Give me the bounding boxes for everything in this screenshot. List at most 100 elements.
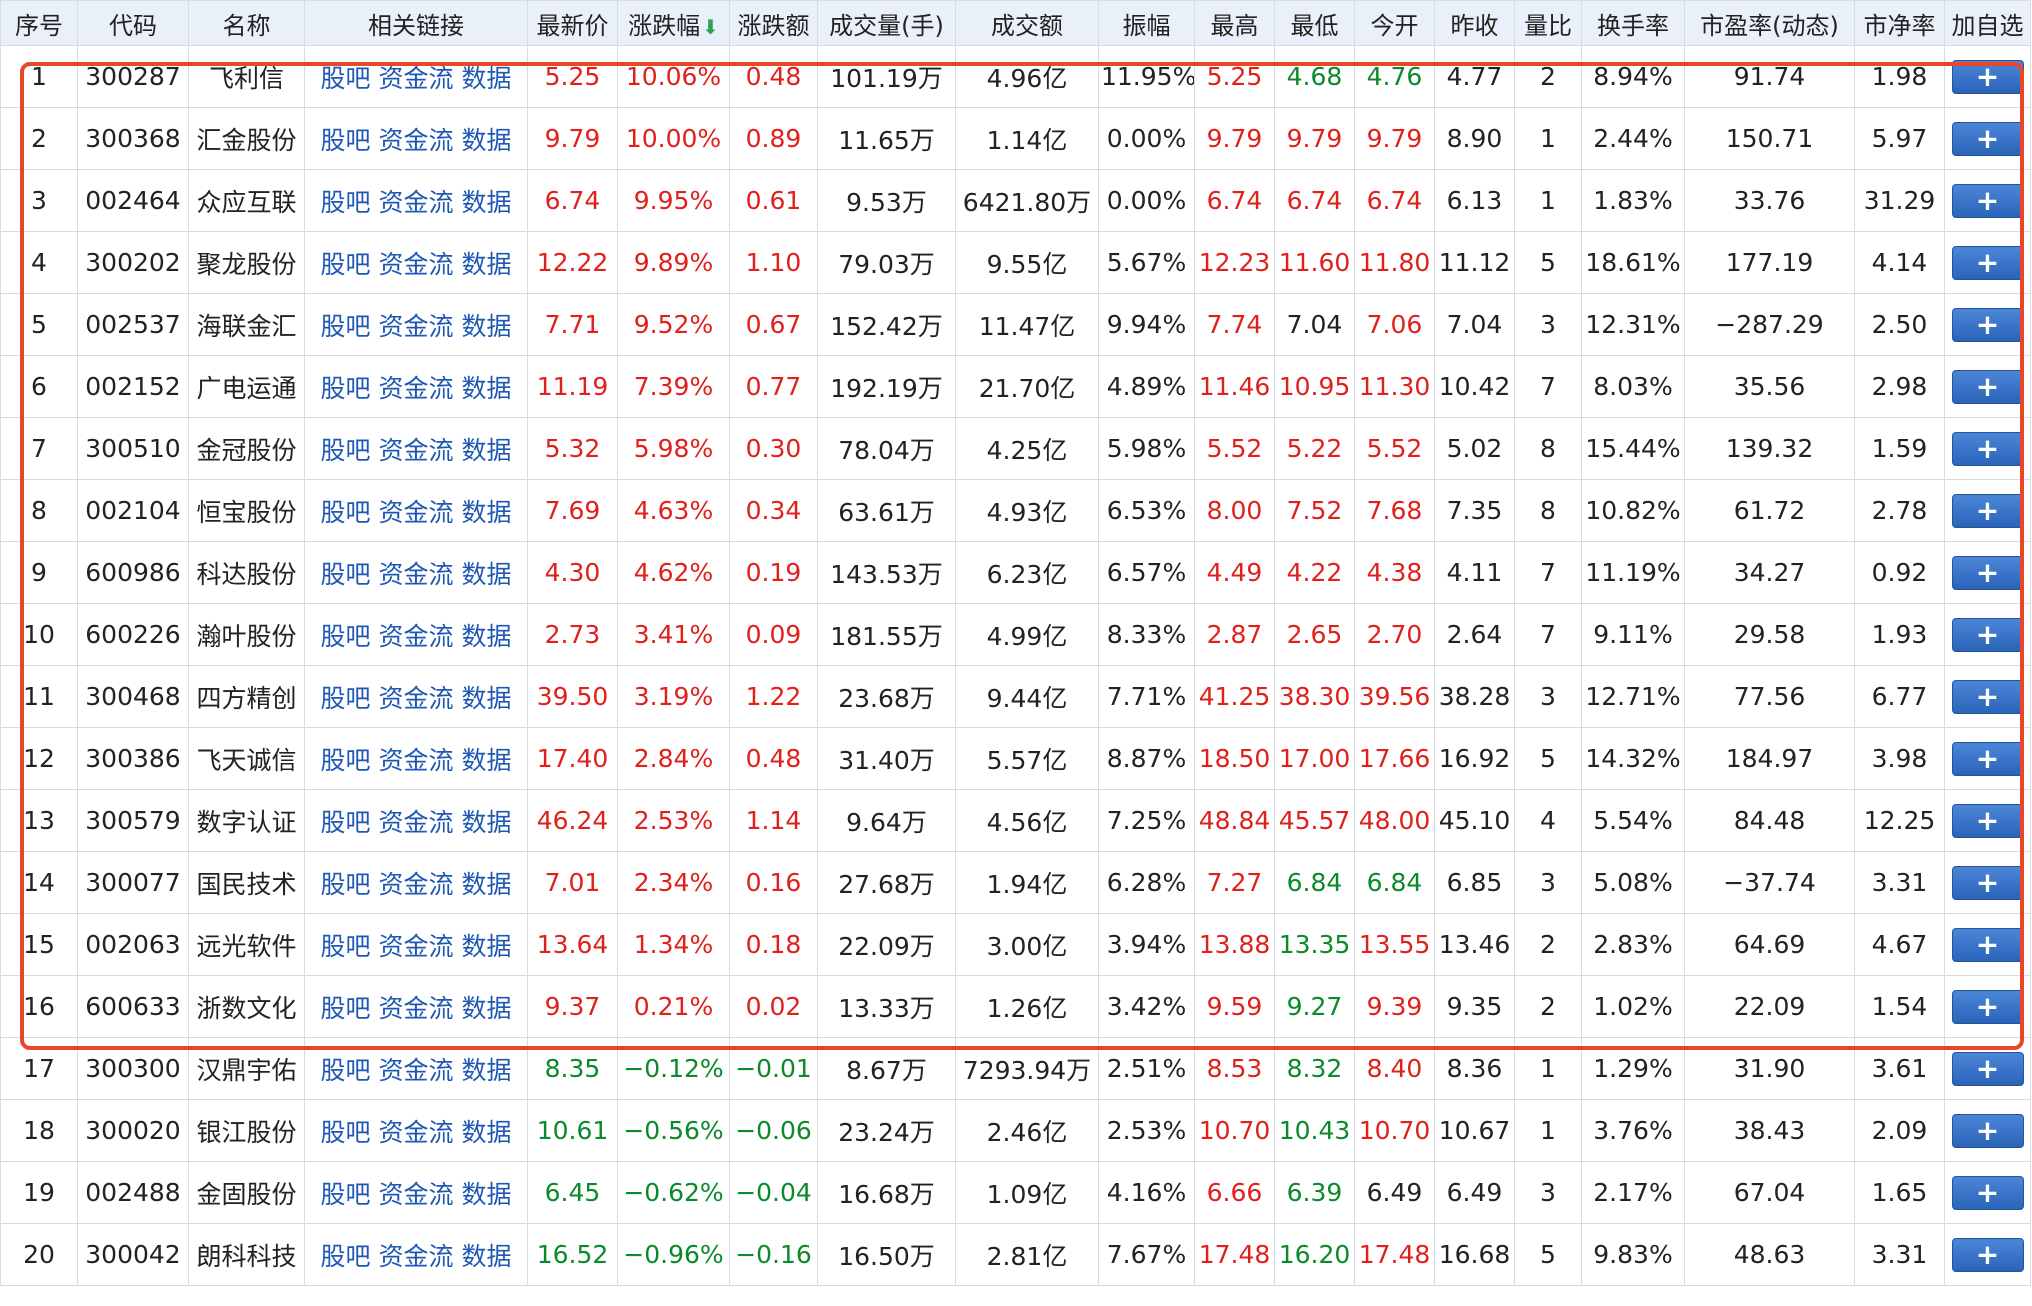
data-link[interactable]: 数据 [462, 436, 512, 465]
data-link[interactable]: 数据 [462, 312, 512, 341]
data-link[interactable]: 数据 [462, 1118, 512, 1147]
fund-flow-link[interactable]: 资金流 [378, 126, 453, 155]
fund-flow-link[interactable]: 资金流 [378, 560, 453, 589]
add-watchlist-button[interactable]: + [1951, 183, 2024, 218]
data-link[interactable]: 数据 [462, 746, 512, 775]
data-link[interactable]: 数据 [462, 126, 512, 155]
header-code[interactable]: 代码 [77, 0, 189, 46]
stock-name-link[interactable]: 汉鼎宇佑 [188, 1037, 305, 1100]
stock-code-link[interactable]: 300077 [77, 851, 189, 914]
data-link[interactable]: 数据 [462, 994, 512, 1023]
table-row[interactable]: 4 300202 聚龙股份 股吧 资金流 数据 12.22 9.89% 1.10 79.03万 9.… [0, 231, 2031, 294]
guba-link[interactable]: 股吧 [320, 746, 370, 775]
data-link[interactable]: 数据 [462, 374, 512, 403]
data-link[interactable]: 数据 [462, 1180, 512, 1209]
add-watchlist-button[interactable]: + [1951, 803, 2024, 838]
fund-flow-link[interactable]: 资金流 [378, 684, 453, 713]
fund-flow-link[interactable]: 资金流 [378, 746, 453, 775]
stock-name-link[interactable]: 浙数文化 [188, 975, 305, 1038]
down-arrow-icon[interactable]: ⬇ [702, 15, 719, 39]
stock-code-link[interactable]: 002152 [77, 355, 189, 418]
stock-name-link[interactable]: 金固股份 [188, 1161, 305, 1224]
table-row[interactable]: 14 300077 国民技术 股吧 资金流 数据 7.01 2.34% 0.16 27.68万 1.… [0, 851, 2031, 914]
stock-name-link[interactable]: 金冠股份 [188, 417, 305, 480]
stock-code-link[interactable]: 002488 [77, 1161, 189, 1224]
stock-code-link[interactable]: 300287 [77, 45, 189, 108]
stock-name-link[interactable]: 银江股份 [188, 1099, 305, 1162]
stock-name-link[interactable]: 朗科科技 [188, 1223, 305, 1286]
guba-link[interactable]: 股吧 [320, 498, 370, 527]
guba-link[interactable]: 股吧 [320, 1056, 370, 1085]
stock-code-link[interactable]: 600986 [77, 541, 189, 604]
table-row[interactable]: 16 600633 浙数文化 股吧 资金流 数据 9.37 0.21% 0.02 13.33万 1.… [0, 975, 2031, 1038]
stock-code-link[interactable]: 300468 [77, 665, 189, 728]
add-watchlist-button[interactable]: + [1951, 1175, 2024, 1210]
guba-link[interactable]: 股吧 [320, 126, 370, 155]
guba-link[interactable]: 股吧 [320, 1242, 370, 1271]
stock-code-link[interactable]: 300368 [77, 107, 189, 170]
guba-link[interactable]: 股吧 [320, 312, 370, 341]
add-watchlist-button[interactable]: + [1951, 927, 2024, 962]
guba-link[interactable]: 股吧 [320, 64, 370, 93]
table-row[interactable]: 13 300579 数字认证 股吧 资金流 数据 46.24 2.53% 1.14 9.64万 4.… [0, 789, 2031, 852]
guba-link[interactable]: 股吧 [320, 994, 370, 1023]
add-watchlist-button[interactable]: + [1951, 1051, 2024, 1086]
stock-code-link[interactable]: 300300 [77, 1037, 189, 1100]
header-open[interactable]: 今开 [1354, 0, 1435, 46]
header-amp[interactable]: 振幅 [1098, 0, 1195, 46]
fund-flow-link[interactable]: 资金流 [378, 436, 453, 465]
guba-link[interactable]: 股吧 [320, 374, 370, 403]
data-link[interactable]: 数据 [462, 498, 512, 527]
data-link[interactable]: 数据 [462, 932, 512, 961]
header-chg[interactable]: 涨跌额 [729, 0, 818, 46]
stock-code-link[interactable]: 600226 [77, 603, 189, 666]
fund-flow-link[interactable]: 资金流 [378, 1056, 453, 1085]
fund-flow-link[interactable]: 资金流 [378, 622, 453, 651]
guba-link[interactable]: 股吧 [320, 684, 370, 713]
stock-name-link[interactable]: 瀚叶股份 [188, 603, 305, 666]
data-link[interactable]: 数据 [462, 870, 512, 899]
add-watchlist-button[interactable]: + [1951, 245, 2024, 280]
stock-name-link[interactable]: 海联金汇 [188, 293, 305, 356]
data-link[interactable]: 数据 [462, 1056, 512, 1085]
header-turn[interactable]: 换手率 [1581, 0, 1685, 46]
table-row[interactable]: 12 300386 飞天诚信 股吧 资金流 数据 17.40 2.84% 0.48 31.40万 5… [0, 727, 2031, 790]
table-row[interactable]: 10 600226 瀚叶股份 股吧 资金流 数据 2.73 3.41% 0.09 181.55万 4… [0, 603, 2031, 666]
guba-link[interactable]: 股吧 [320, 436, 370, 465]
fund-flow-link[interactable]: 资金流 [378, 1118, 453, 1147]
stock-name-link[interactable]: 恒宝股份 [188, 479, 305, 542]
add-watchlist-button[interactable]: + [1951, 617, 2024, 652]
table-row[interactable]: 7 300510 金冠股份 股吧 资金流 数据 5.32 5.98% 0.30 78.04万 4.2… [0, 417, 2031, 480]
guba-link[interactable]: 股吧 [320, 1180, 370, 1209]
add-watchlist-button[interactable]: + [1951, 59, 2024, 94]
data-link[interactable]: 数据 [462, 560, 512, 589]
header-vol[interactable]: 成交量(手) [817, 0, 956, 46]
data-link[interactable]: 数据 [462, 622, 512, 651]
data-link[interactable]: 数据 [462, 188, 512, 217]
stock-code-link[interactable]: 002464 [77, 169, 189, 232]
add-watchlist-button[interactable]: + [1951, 369, 2024, 404]
fund-flow-link[interactable]: 资金流 [378, 374, 453, 403]
table-row[interactable]: 19 002488 金固股份 股吧 资金流 数据 6.45 −0.62% −0.04 16.68万… [0, 1161, 2031, 1224]
fund-flow-link[interactable]: 资金流 [378, 994, 453, 1023]
stock-name-link[interactable]: 国民技术 [188, 851, 305, 914]
guba-link[interactable]: 股吧 [320, 188, 370, 217]
stock-code-link[interactable]: 300510 [77, 417, 189, 480]
table-row[interactable]: 3 002464 众应互联 股吧 资金流 数据 6.74 9.95% 0.61 9.53万 6421… [0, 169, 2031, 232]
stock-code-link[interactable]: 300020 [77, 1099, 189, 1162]
data-link[interactable]: 数据 [462, 64, 512, 93]
stock-code-link[interactable]: 300579 [77, 789, 189, 852]
guba-link[interactable]: 股吧 [320, 808, 370, 837]
fund-flow-link[interactable]: 资金流 [378, 64, 453, 93]
fund-flow-link[interactable]: 资金流 [378, 808, 453, 837]
stock-name-link[interactable]: 众应互联 [188, 169, 305, 232]
table-row[interactable]: 5 002537 海联金汇 股吧 资金流 数据 7.71 9.52% 0.67 152.42万 11… [0, 293, 2031, 356]
stock-code-link[interactable]: 300202 [77, 231, 189, 294]
add-watchlist-button[interactable]: + [1951, 989, 2024, 1024]
stock-name-link[interactable]: 远光软件 [188, 913, 305, 976]
fund-flow-link[interactable]: 资金流 [378, 188, 453, 217]
stock-code-link[interactable]: 002104 [77, 479, 189, 542]
data-link[interactable]: 数据 [462, 250, 512, 279]
stock-name-link[interactable]: 飞利信 [188, 45, 305, 108]
fund-flow-link[interactable]: 资金流 [378, 932, 453, 961]
